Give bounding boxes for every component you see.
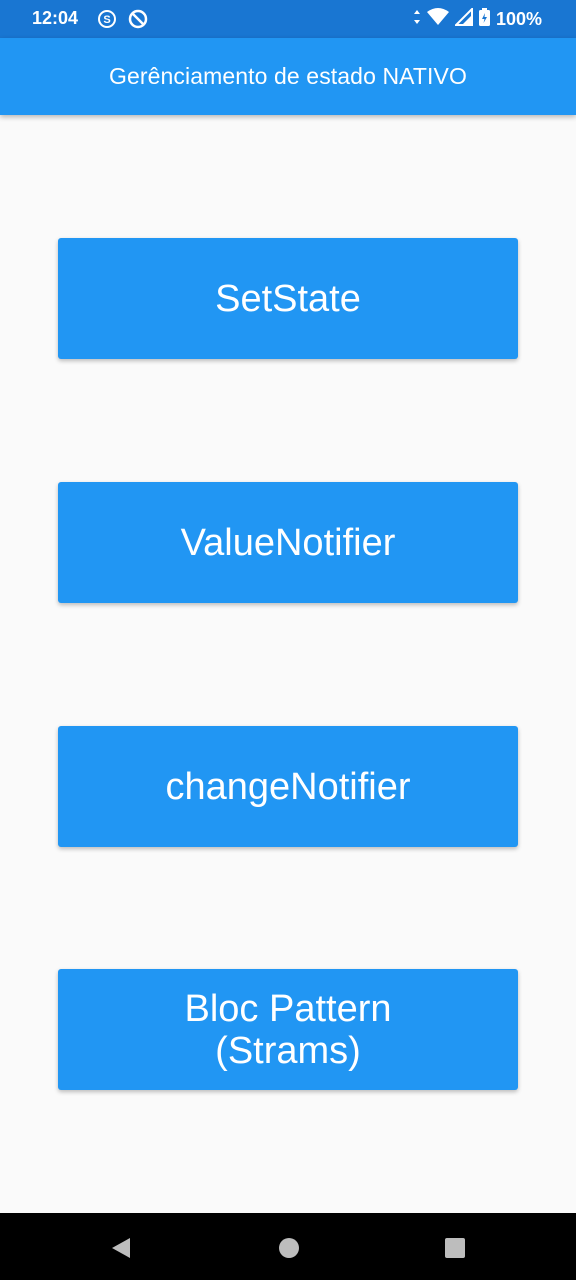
setstate-button[interactable]: SetState [58,238,518,359]
signal-icon [453,6,473,31]
bloc-pattern-button-label: Bloc Pattern (Strams) [184,987,392,1072]
status-bar: 12:04 S 100% [0,0,576,38]
changenotifier-button-label: changeNotifier [165,765,411,808]
changenotifier-button[interactable]: changeNotifier [58,726,518,847]
bloc-pattern-button[interactable]: Bloc Pattern (Strams) [58,969,518,1090]
data-arrows-icon [413,9,421,30]
page-title: Gerênciamento de estado NATIVO [109,63,467,89]
battery-charging-icon [478,8,490,31]
home-icon[interactable] [278,1237,300,1264]
recents-icon[interactable] [444,1237,466,1264]
blocked-circle-icon [128,9,148,34]
valuenotifier-button[interactable]: ValueNotifier [58,482,518,603]
app-bar: Gerênciamento de estado NATIVO [0,38,576,115]
navigation-bar [0,1213,576,1280]
status-right: 100% [413,6,542,31]
status-time: 12:04 [32,8,79,28]
battery-percent: 100% [495,9,542,29]
wifi-icon [426,8,449,31]
valuenotifier-button-label: ValueNotifier [180,521,396,564]
back-icon[interactable] [110,1237,132,1264]
setstate-button-label: SetState [215,277,361,320]
svg-text:S: S [103,14,110,26]
s-circle-icon: S [97,9,117,34]
